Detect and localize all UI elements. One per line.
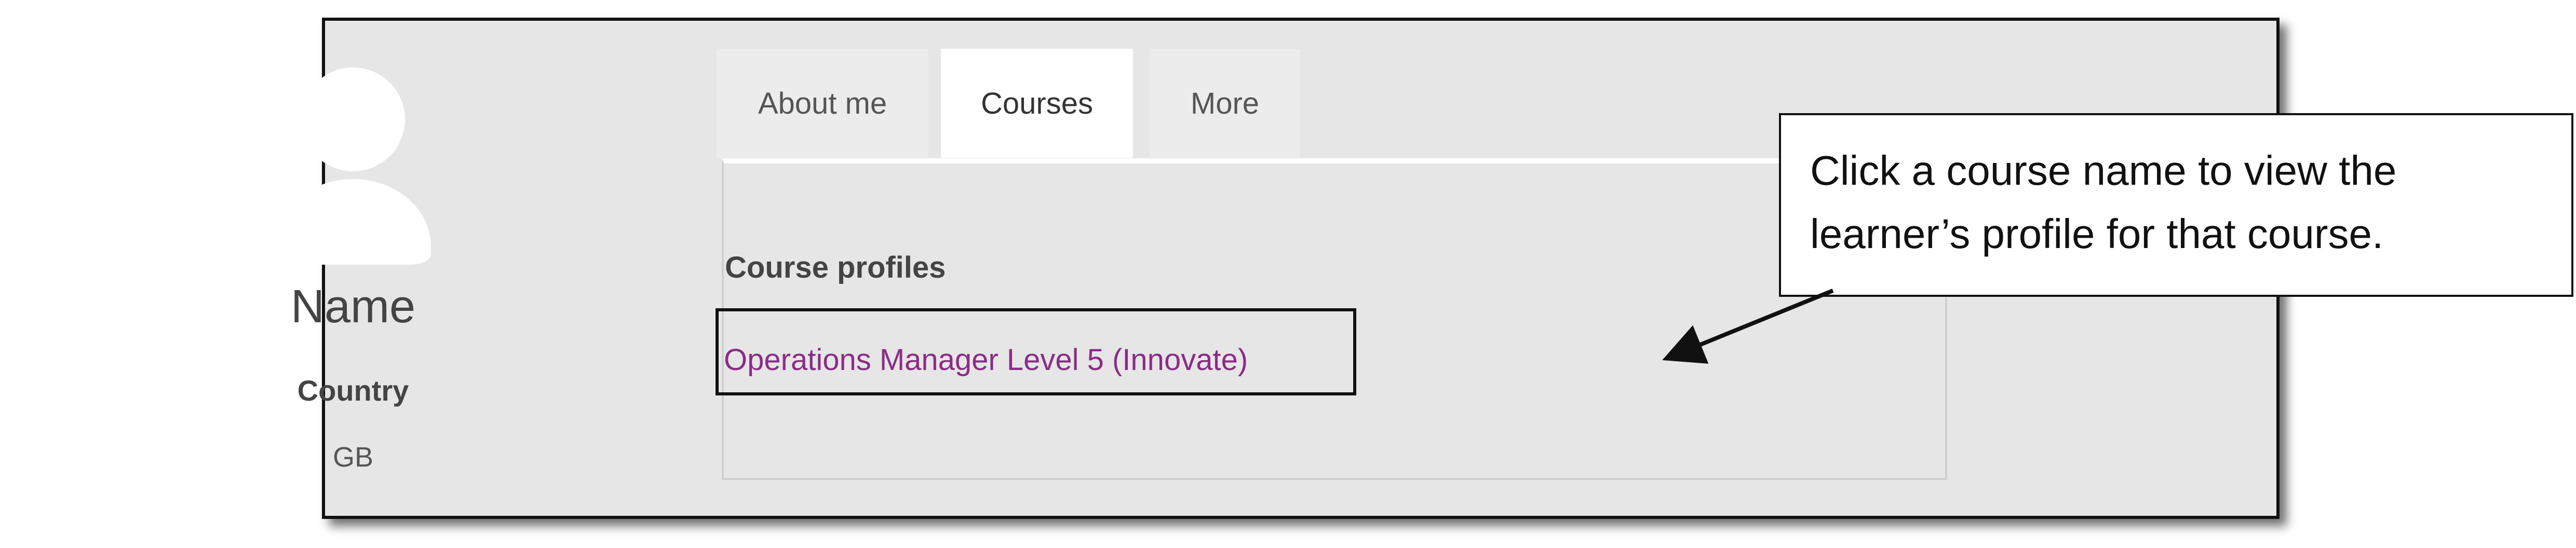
instruction-callout: Click a course name to view the learner’… bbox=[1779, 113, 2573, 297]
course-link[interactable]: Operations Manager Level 5 (Innovate) bbox=[724, 342, 1248, 377]
tab-more[interactable]: More bbox=[1150, 49, 1300, 158]
course-profiles-heading: Course profiles bbox=[725, 251, 946, 284]
country-value: GB bbox=[332, 442, 374, 473]
user-avatar-icon bbox=[275, 67, 431, 265]
country-label: Country bbox=[297, 374, 409, 407]
avatar-body bbox=[275, 179, 431, 265]
profile-name: Name bbox=[290, 281, 416, 333]
tab-courses[interactable]: Courses bbox=[941, 49, 1133, 158]
tab-about-me[interactable]: About me bbox=[717, 49, 928, 158]
avatar-head bbox=[301, 67, 405, 171]
